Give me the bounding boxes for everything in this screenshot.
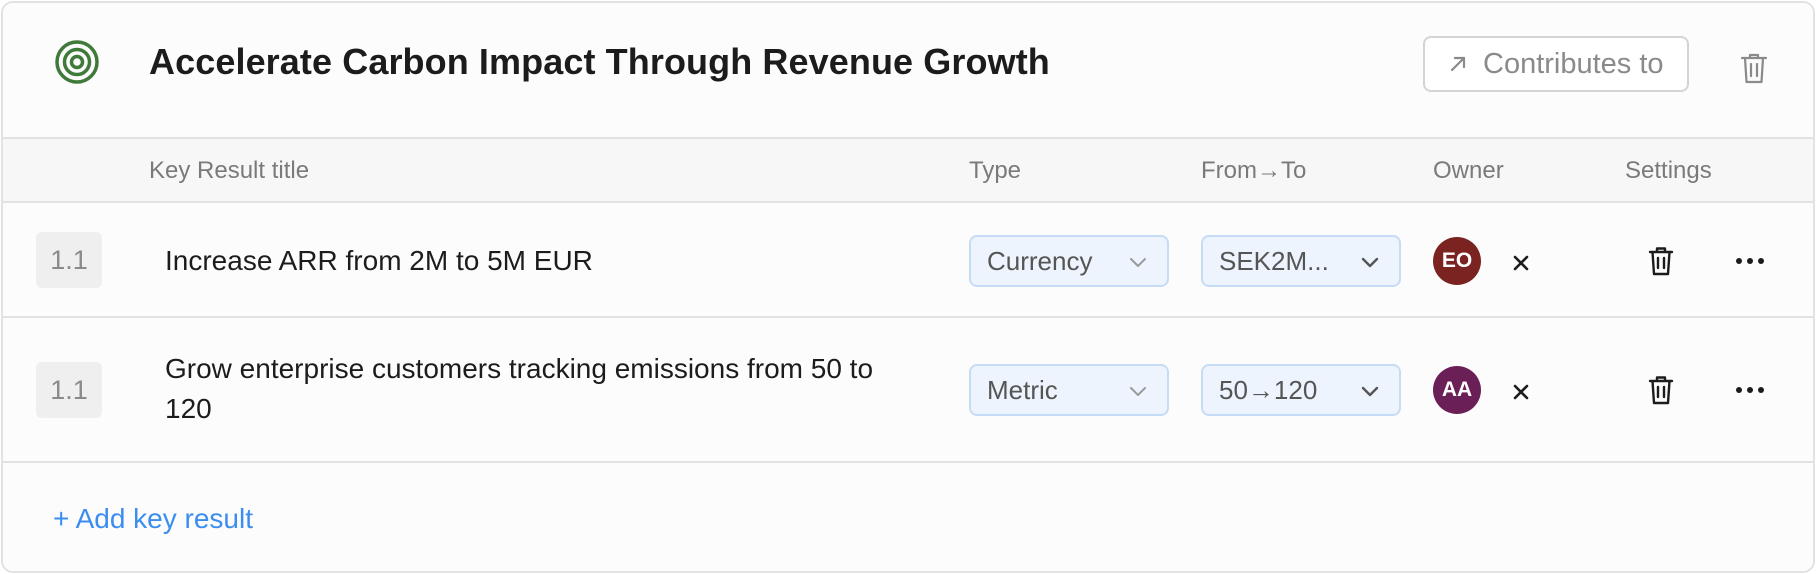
column-header-title: Key Result title	[149, 157, 310, 184]
column-header-from-to: From→To	[1201, 157, 1307, 184]
from-to-select[interactable]: SEK2M...	[1201, 235, 1401, 287]
type-select-value: Metric	[987, 374, 1058, 405]
delete-key-result-icon[interactable]	[1647, 245, 1675, 277]
key-results-header-row: Key Result title Type From→To Owner Sett…	[3, 137, 1813, 203]
from-to-select[interactable]: 50→120	[1201, 364, 1401, 416]
more-options-icon[interactable]	[1735, 257, 1765, 265]
chevron-down-icon	[1130, 387, 1146, 396]
objective-title: Accelerate Carbon Impact Through Revenue…	[149, 41, 1050, 82]
column-header-owner: Owner	[1433, 157, 1504, 184]
column-header-type: Type	[969, 157, 1022, 184]
from-to-select-value: 50→120	[1219, 374, 1318, 405]
key-result-row: 1.1 Increase ARR from 2M to 5M EUR Curre…	[3, 203, 1813, 318]
key-result-title[interactable]: Increase ARR from 2M to 5M EUR	[165, 241, 925, 281]
objective-header: Accelerate Carbon Impact Through Revenue…	[3, 3, 1813, 137]
contributes-to-button[interactable]: Contributes to	[1423, 36, 1689, 92]
key-result-number: 1.1	[36, 232, 102, 288]
owner-avatar[interactable]: EO	[1433, 237, 1481, 285]
more-options-icon[interactable]	[1735, 386, 1765, 394]
key-result-number: 1.1	[36, 362, 102, 418]
from-to-select-value: SEK2M...	[1219, 245, 1329, 276]
objective-card: Accelerate Carbon Impact Through Revenue…	[1, 1, 1815, 573]
type-select[interactable]: Metric	[969, 364, 1169, 416]
delete-key-result-icon[interactable]	[1647, 374, 1675, 406]
chevron-down-icon	[1130, 258, 1146, 267]
remove-owner-icon[interactable]	[1511, 253, 1531, 273]
chevron-down-icon	[1361, 386, 1379, 397]
chevron-down-icon	[1361, 257, 1379, 268]
column-header-settings: Settings	[1625, 157, 1712, 184]
owner-avatar[interactable]: AA	[1433, 366, 1481, 414]
delete-objective-icon[interactable]	[1739, 51, 1769, 85]
arrow-up-right-icon	[1450, 56, 1466, 72]
remove-owner-icon[interactable]	[1511, 382, 1531, 402]
add-key-result-button[interactable]: + Add key result	[53, 503, 253, 535]
contributes-to-label: Contributes to	[1483, 47, 1664, 80]
type-select-value: Currency	[987, 245, 1093, 276]
type-select[interactable]: Currency	[969, 235, 1169, 287]
target-icon	[55, 40, 99, 84]
key-result-title[interactable]: Grow enterprise customers tracking emiss…	[165, 349, 925, 429]
key-result-row: 1.1 Grow enterprise customers tracking e…	[3, 318, 1813, 463]
